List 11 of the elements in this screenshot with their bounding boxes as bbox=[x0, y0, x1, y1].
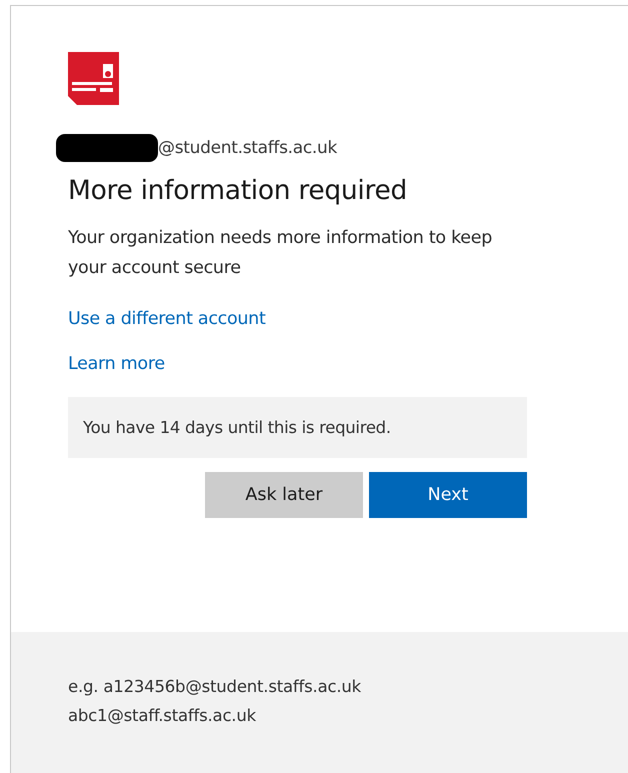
description-text: Your organization needs more information to keep your account secure bbox=[68, 227, 494, 280]
next-button[interactable]: Next bbox=[369, 472, 527, 518]
notice-banner: You have 14 days until this is required. bbox=[68, 397, 527, 458]
account-email: @student.staffs.ac.uk bbox=[158, 138, 338, 158]
link[interactable]: Learn more bbox=[68, 354, 165, 374]
link[interactable]: Use a different account bbox=[68, 309, 266, 329]
university-logo bbox=[68, 52, 119, 105]
ask-later-button[interactable]: Ask later bbox=[205, 472, 363, 518]
example-text: abc1@staff.staffs.ac.uk bbox=[68, 705, 256, 727]
page-title: More information required bbox=[68, 175, 408, 206]
example-text: e.g. a123456b@student.staffs.ac.uk bbox=[68, 676, 362, 698]
